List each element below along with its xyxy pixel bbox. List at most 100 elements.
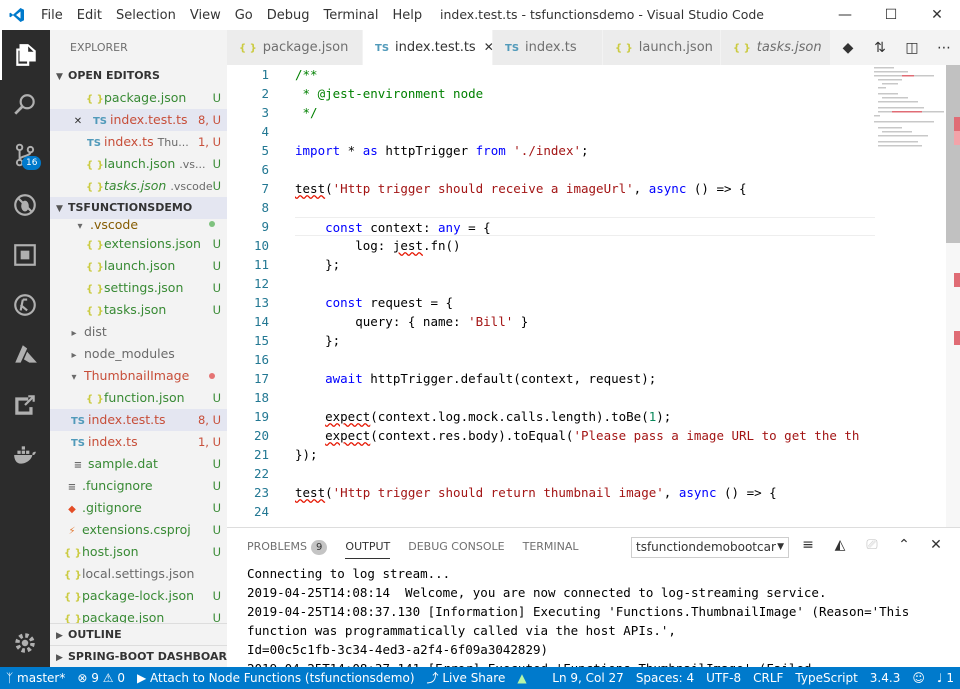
menu-edit[interactable]: Edit (70, 8, 109, 23)
problems-status[interactable]: ⊗ 9 ⚠ 0 (71, 667, 131, 689)
git-status: U (212, 523, 221, 537)
file-item[interactable]: ≡ .funcignore U (50, 475, 227, 497)
menu-file[interactable]: File (34, 8, 70, 23)
docker-icon[interactable] (0, 430, 50, 480)
file-item[interactable]: { }settings.json U (50, 277, 227, 299)
tab-index-ts[interactable]: TS index.ts (493, 30, 603, 65)
open-editors-header[interactable]: ▼ OPEN EDITORS (50, 65, 227, 87)
open-editor-item[interactable]: { }tasks.json .vscode U (50, 175, 227, 197)
output-log[interactable]: Connecting to log stream... 2019-04-25T1… (247, 564, 947, 678)
code-editor[interactable]: 1 2 3 4 5 6 7 8 9 10 11 12 13 14 15 16 1… (227, 65, 960, 527)
tab-problems[interactable]: PROBLEMS 9 (247, 528, 328, 566)
title-bar: File Edit Selection View Go Debug Termin… (0, 0, 960, 30)
line-number-gutter: 1 2 3 4 5 6 7 8 9 10 11 12 13 14 15 16 1… (227, 65, 289, 521)
file-item[interactable]: { }launch.json U (50, 255, 227, 277)
file-item[interactable]: { }extensions.json U (50, 233, 227, 255)
menu-selection[interactable]: Selection (109, 8, 183, 23)
file-item[interactable]: { }local.settings.json (50, 563, 227, 585)
open-changes-icon[interactable]: ◆ (832, 40, 864, 56)
tab-label: PROBLEMS (247, 540, 308, 553)
tab-package-json[interactable]: { } package.json (227, 30, 363, 65)
file-item[interactable]: TS index.ts 1, U (50, 431, 227, 453)
cursor-position[interactable]: Ln 9, Col 27 (546, 667, 630, 689)
tab-index-test-ts[interactable]: TS index.test.ts ✕ (363, 30, 494, 65)
minimap[interactable] (872, 65, 946, 527)
open-editor-item[interactable]: { }launch.json .vs... U (50, 153, 227, 175)
close-panel-icon[interactable]: ✕ (920, 537, 952, 553)
menu-debug[interactable]: Debug (260, 8, 317, 23)
tab-label: DEBUG CONSOLE (408, 540, 505, 553)
file-item[interactable]: { }host.json U (50, 541, 227, 563)
tab-output[interactable]: OUTPUT (345, 535, 391, 559)
folder-name: node_modules (84, 346, 175, 361)
more-actions-icon[interactable]: ⋯ (928, 40, 960, 56)
azure-functions-status[interactable]: ▲ (511, 667, 532, 689)
clear-output-icon[interactable]: ≡ (792, 537, 824, 553)
search-icon[interactable] (0, 80, 50, 130)
close-window-button[interactable]: ✕ (914, 0, 960, 30)
output-line: Id=00c5c1fb-3c34-4ed3-a2f4-6f09a3042829) (247, 642, 549, 657)
bottom-panel: PROBLEMS 9 OUTPUT DEBUG CONSOLE TERMINAL … (227, 527, 960, 676)
spring-boot-dashboard-header[interactable]: ▶ SPRING-BOOT DASHBOARD (50, 645, 227, 667)
code-lines[interactable]: /** * @jest-environment node */ import *… (295, 65, 875, 521)
outline-header[interactable]: ▶ OUTLINE (50, 623, 227, 645)
tab-debug-console[interactable]: DEBUG CONSOLE (408, 528, 504, 566)
file-item[interactable]: ◆ .gitignore U (50, 497, 227, 519)
code-line: log: jest.fn() (295, 238, 461, 253)
typescript-version[interactable]: 3.4.3 (864, 667, 907, 689)
folder-item[interactable]: ▾ .vscode (50, 219, 227, 233)
file-item[interactable]: ≡ sample.dat U (50, 453, 227, 475)
compare-icon[interactable]: ⇅ (864, 40, 896, 56)
encoding[interactable]: UTF-8 (700, 667, 747, 689)
remote-explorer-icon[interactable] (0, 380, 50, 430)
file-item[interactable]: { }tasks.json U (50, 299, 227, 321)
open-log-icon[interactable]: ⎚ (856, 537, 888, 553)
open-editor-item[interactable]: TS index.ts Thu... 1, U (50, 131, 227, 153)
live-share[interactable]: ⤴ Live Share (421, 667, 512, 689)
menu-help[interactable]: Help (385, 8, 429, 23)
folder-item[interactable]: ▸ dist (50, 321, 227, 343)
settings-gear-icon[interactable] (0, 618, 50, 668)
tab-launch-json[interactable]: { } launch.json (603, 30, 721, 65)
git-branch[interactable]: ᛉ master* (0, 667, 71, 689)
menu-go[interactable]: Go (228, 8, 260, 23)
split-editor-icon[interactable]: ◫ (896, 40, 928, 56)
line-number: 8 (261, 200, 269, 215)
azure-icon[interactable] (0, 330, 50, 380)
open-editor-item[interactable]: ✕ TS index.test.ts 8, U (50, 109, 227, 131)
file-item[interactable]: { }function.json U (50, 387, 227, 409)
file-item[interactable]: { }package-lock.json U (50, 585, 227, 607)
explorer-icon[interactable] (0, 30, 50, 80)
close-icon[interactable]: ✕ (70, 111, 86, 131)
folder-item[interactable]: ▾ ThumbnailImage (50, 365, 227, 387)
json-file-icon: { } (86, 284, 104, 295)
tab-tasks-json[interactable]: { } tasks.json (721, 30, 831, 65)
debug-config[interactable]: ▶ Attach to Node Functions (tsfunctionsd… (131, 667, 421, 689)
output-channel-select[interactable]: tsfunctiondemobootcar ▼ (631, 537, 789, 558)
maximize-button[interactable]: ☐ (868, 0, 914, 30)
end-of-line[interactable]: CRLF (747, 667, 789, 689)
language-mode[interactable]: TypeScript (789, 667, 863, 689)
notifications[interactable]: ♩ 1 (931, 667, 960, 689)
minimize-button[interactable]: — (822, 0, 868, 30)
open-editor-item[interactable]: { }package.json U (50, 87, 227, 109)
maximize-panel-icon[interactable]: ⌃ (888, 537, 920, 553)
menu-view[interactable]: View (183, 8, 228, 23)
scrollbar-thumb[interactable] (946, 65, 960, 243)
file-item[interactable]: ⚡ extensions.csproj U (50, 519, 227, 541)
extensions-icon[interactable] (0, 230, 50, 280)
file-item[interactable]: TS index.test.ts 8, U (50, 409, 227, 431)
project-header[interactable]: ▼ TSFUNCTIONSDEMO (50, 197, 227, 219)
lock-scroll-icon[interactable]: ◭ (824, 537, 856, 553)
menu-terminal[interactable]: Terminal (317, 8, 386, 23)
folder-item[interactable]: ▸ node_modules (50, 343, 227, 365)
debug-icon[interactable] (0, 180, 50, 230)
source-control-icon[interactable]: 16 (0, 130, 50, 180)
indentation[interactable]: Spaces: 4 (630, 667, 700, 689)
tab-terminal[interactable]: TERMINAL (523, 528, 579, 566)
code-line-current: const context: any = { (295, 217, 875, 236)
function-icon[interactable] (0, 280, 50, 330)
feedback-smiley-icon[interactable]: ☺ (906, 667, 931, 689)
editor-scrollbar[interactable] (946, 65, 960, 527)
